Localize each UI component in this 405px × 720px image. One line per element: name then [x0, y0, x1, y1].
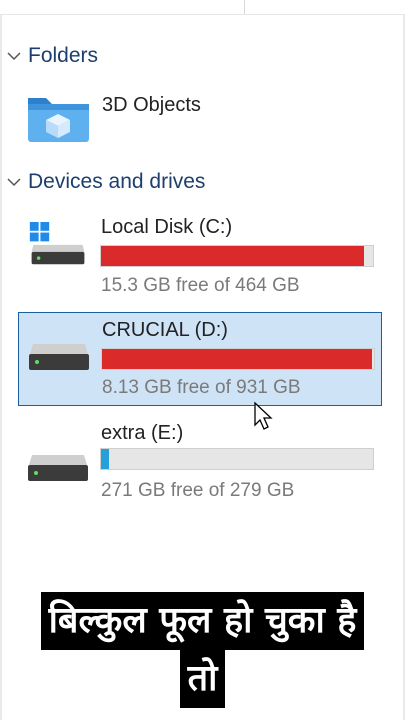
drive-free-space: 15.3 GB free of 464 GB [101, 275, 300, 296]
drive-usage-fill [101, 246, 365, 266]
hard-drive-icon [29, 344, 89, 370]
drive-free-space: 8.13 GB free of 931 GB [102, 377, 301, 398]
caption-text: बिल्कुल फूल हो चुका है [40, 592, 365, 650]
drive-usage-fill [101, 449, 109, 469]
drive-usage-bar [101, 348, 375, 370]
drive-usage-fill [102, 349, 372, 369]
drive-free-space: 271 GB free of 279 GB [101, 480, 295, 501]
devices-section-label: Devices and drives [28, 170, 206, 193]
windows-drive-icon [29, 222, 85, 265]
3d-objects-folder-icon [28, 98, 89, 142]
drive-usage-bar [100, 245, 374, 267]
drive-item-e[interactable]: extra (E:) 271 GB free of 279 GB [18, 414, 382, 508]
mouse-cursor-icon [254, 401, 273, 430]
folder-item-3d-objects[interactable]: 3D Objects [26, 90, 246, 148]
drive-item-d[interactable]: CRUCIAL (D:) 8.13 GB free of 931 GB [18, 312, 382, 406]
chevron-down-icon[interactable] [6, 174, 22, 190]
drive-item-c[interactable]: Local Disk (C:) 15.3 GB free of 464 GB [18, 208, 382, 302]
drive-name: extra (E:) [101, 422, 184, 444]
folders-section-header[interactable]: Folders [6, 44, 98, 68]
top-toolbar-strip [0, 0, 405, 15]
caption-line-1: बिल्कुल फूल हो चुका है [0, 592, 405, 650]
folders-section-label: Folders [28, 44, 99, 67]
hard-drive-icon [28, 455, 88, 481]
devices-section-header[interactable]: Devices and drives [6, 170, 205, 194]
toolbar-divider [244, 0, 245, 14]
drive-usage-bar [100, 448, 374, 470]
drive-name: CRUCIAL (D:) [102, 319, 228, 341]
folder-label: 3D Objects [102, 94, 201, 116]
drive-name: Local Disk (C:) [101, 216, 233, 238]
chevron-down-icon[interactable] [6, 48, 22, 64]
caption-text: तो [179, 650, 226, 708]
caption-line-2: तो [0, 650, 405, 708]
